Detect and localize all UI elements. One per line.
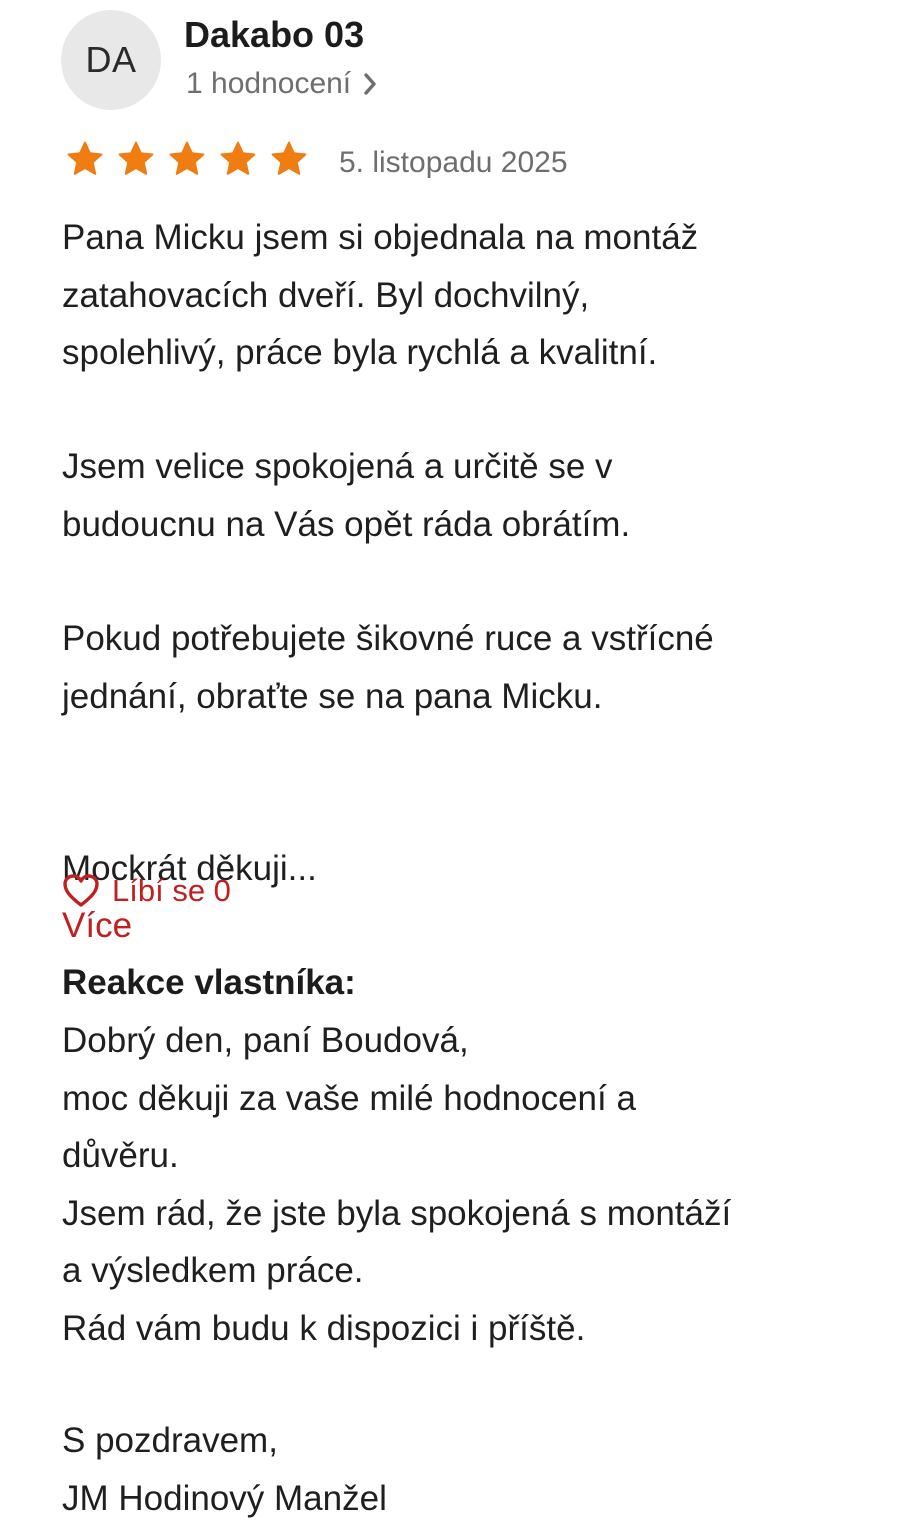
like-label: Líbí se 0 (112, 873, 231, 908)
review-card: DA Dakabo 03 1 hodnocení 5. listopadu 20… (0, 0, 920, 1524)
owner-response-closing: S pozdravem, JM Hodinový Manžel (62, 1421, 387, 1518)
star-icon (169, 141, 205, 175)
review-date: 5. listopadu 2025 (339, 146, 568, 179)
star-icon (271, 141, 307, 175)
star-icon (67, 141, 103, 175)
review-paragraph: Pana Micku jsem si objednala na montáž z… (62, 218, 699, 372)
avatar[interactable]: DA (61, 10, 161, 110)
review-paragraph: Jsem velice spokojená a určitě se v budo… (62, 447, 631, 544)
star-icon (220, 141, 256, 175)
review-paragraph: Pokud potřebujete šikovné ruce a vstřícn… (62, 619, 714, 716)
owner-response-heading: Reakce vlastníka: (62, 963, 356, 1002)
reviewer-ratings-count: 1 hodnocení (186, 67, 352, 100)
avatar-initials: DA (85, 39, 137, 80)
reviewer-ratings-link[interactable]: 1 hodnocení (186, 64, 379, 104)
owner-response-body: Dobrý den, paní Boudová, moc děkuji za v… (62, 1021, 732, 1348)
heart-icon (63, 874, 99, 907)
star-rating (66, 140, 308, 178)
chevron-right-icon (364, 73, 376, 95)
star-icon (118, 141, 154, 175)
like-button[interactable]: Líbí se 0 (62, 866, 231, 916)
reviewer-name[interactable]: Dakabo 03 (184, 13, 364, 57)
